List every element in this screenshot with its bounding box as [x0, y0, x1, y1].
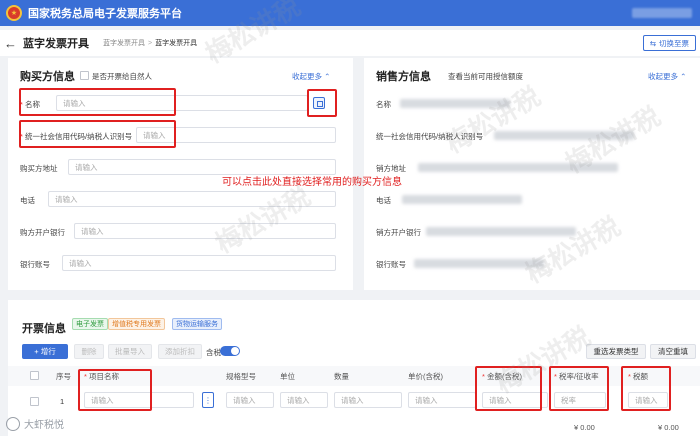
buyer-bank-label: 购方开户银行 — [20, 228, 65, 237]
annotation-text: 可以点击此处直接选择常用的购买方信息 — [222, 177, 402, 188]
top-bar: ★ 国家税务总局电子发票服务平台 — [0, 0, 700, 26]
credit-limit-link[interactable]: 查看当前可用授信额度 — [448, 71, 523, 82]
amount-input[interactable]: 请输入 — [482, 392, 548, 408]
national-emblem-icon: ★ — [6, 5, 22, 21]
seller-section-title: 销售方信息 — [376, 71, 431, 83]
item-name-input[interactable]: 请输入 — [84, 392, 194, 408]
batch-import-button[interactable]: 批量导入 — [108, 344, 152, 359]
bottom-brand-watermark: 大虾税悦 — [6, 416, 64, 431]
invoice-section-title: 开票信息 — [22, 323, 66, 335]
delete-button[interactable]: 删除 — [74, 344, 104, 359]
natural-person-label: 是否开票给自然人 — [92, 72, 152, 81]
seller-address-value-blurred — [418, 163, 618, 172]
brand-text: 大虾税悦 — [24, 420, 64, 431]
page-header: ← 蓝字发票开具 蓝字发票开具 > 蓝字发票开具 ⇆ 切换至票 — [0, 30, 700, 56]
seller-phone-value-blurred — [402, 195, 522, 204]
clear-refill-button[interactable]: 清空重填 — [650, 344, 696, 359]
total-tax: ¥ 0.00 — [658, 423, 679, 432]
tag-electronic-invoice[interactable]: 电子发票 — [72, 318, 108, 330]
buyer-taxid-label: * 统一社会信用代码/纳税人识别号 — [20, 132, 133, 141]
more-options-icon[interactable]: ⋮ — [202, 392, 214, 408]
app-title: 国家税务总局电子发票服务平台 — [28, 8, 182, 20]
breadcrumb-separator: > — [148, 39, 153, 47]
back-arrow-icon[interactable]: ← — [4, 36, 17, 51]
tax-input[interactable]: 请输入 — [628, 392, 668, 408]
unit-price-input[interactable]: 请输入 — [408, 392, 476, 408]
seller-name-label: 名称 — [376, 100, 391, 109]
unit-input[interactable]: 请输入 — [280, 392, 328, 408]
tag-freight-service[interactable]: 货物运输服务 — [172, 318, 222, 330]
col-tax-rate: * 税率/征收率 — [554, 372, 599, 381]
spec-input[interactable]: 请输入 — [226, 392, 274, 408]
buyer-bank-input[interactable]: 请输入 — [74, 223, 336, 239]
natural-person-checkbox[interactable] — [80, 71, 89, 80]
buyer-name-input[interactable]: 请输入 — [56, 95, 308, 111]
add-discount-button[interactable]: 添加折扣 — [158, 344, 202, 359]
col-unit-price: 单价(含税) — [408, 372, 443, 381]
seller-account-label: 银行账号 — [376, 260, 406, 269]
select-all-checkbox[interactable] — [30, 371, 39, 380]
buyer-address-label: 购买方地址 — [20, 164, 58, 173]
add-row-button[interactable]: + 增行 — [22, 344, 68, 359]
user-info-blurred[interactable] — [632, 8, 692, 18]
page-title: 蓝字发票开具 — [23, 38, 89, 50]
buyer-account-input[interactable]: 请输入 — [62, 255, 336, 271]
col-spec: 规格型号 — [226, 372, 256, 381]
col-quantity: 数量 — [334, 372, 349, 381]
seller-account-value-blurred — [414, 259, 544, 268]
buyer-account-label: 银行账号 — [20, 260, 50, 269]
tax-rate-select[interactable]: 税率 — [554, 392, 606, 408]
seller-name-value-blurred — [400, 99, 510, 108]
seller-panel: 销售方信息 查看当前可用授信额度 收起更多 ⌃ 名称 统一社会信用代码/纳税人识… — [364, 58, 700, 290]
reselect-invoice-type-button[interactable]: 重选发票类型 — [586, 344, 646, 359]
breadcrumb-current: 蓝字发票开具 — [155, 40, 198, 47]
buyer-collapse-link[interactable]: 收起更多 ⌃ — [292, 71, 330, 82]
brand-logo-icon — [6, 416, 20, 431]
col-unit: 单位 — [280, 372, 295, 381]
breadcrumb-item[interactable]: 蓝字发票开具 — [103, 38, 145, 48]
total-amount: ¥ 0.00 — [574, 423, 595, 432]
buyer-name-label: * 名称 — [20, 100, 41, 109]
invoice-table-header: 序号 * 项目名称 规格型号 单位 数量 单价(含税) * 金额(含税) * 税… — [8, 366, 700, 386]
row-index: 1 — [60, 397, 65, 406]
tax-included-label: 含税 — [206, 348, 221, 357]
seller-collapse-link[interactable]: 收起更多 ⌃ — [648, 71, 686, 82]
col-item-name: * 项目名称 — [84, 372, 120, 381]
row-checkbox[interactable] — [30, 397, 39, 406]
seller-phone-label: 电话 — [376, 196, 391, 205]
col-tax: * 税额 — [628, 372, 649, 381]
buyer-taxid-input[interactable]: 请输入 — [136, 127, 336, 143]
seller-bank-label: 销方开户银行 — [376, 228, 421, 237]
buyer-phone-label: 电话 — [20, 196, 35, 205]
switch-icon: ⇆ — [649, 38, 656, 48]
buyer-section-title: 购买方信息 — [20, 71, 75, 83]
switch-button-label: 切换至票 — [659, 38, 689, 48]
col-index: 序号 — [56, 372, 71, 381]
seller-taxid-value-blurred — [494, 131, 634, 140]
tag-vat-special-invoice[interactable]: 增值税专用发票 — [108, 318, 165, 330]
quantity-input[interactable]: 请输入 — [334, 392, 402, 408]
switch-button[interactable]: ⇆ 切换至票 — [642, 35, 696, 51]
buyer-phone-input[interactable]: 请输入 — [48, 191, 336, 207]
select-buyer-icon[interactable] — [313, 97, 325, 109]
seller-bank-value-blurred — [426, 227, 576, 236]
invoice-panel: 开票信息 电子发票 增值税专用发票 货物运输服务 + 增行 删除 批量导入 添加… — [8, 300, 700, 436]
seller-taxid-label: 统一社会信用代码/纳税人识别号 — [376, 132, 484, 141]
col-amount: * 金额(含税) — [482, 372, 523, 381]
tax-included-toggle[interactable] — [220, 346, 240, 356]
